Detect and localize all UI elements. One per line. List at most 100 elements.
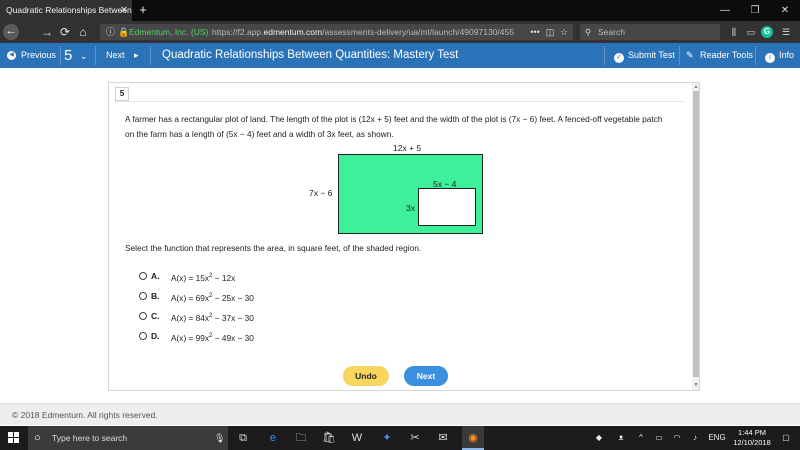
submit-test-button[interactable]: ✓ Submit Test	[614, 43, 675, 68]
clock-time: 1:44 PM	[738, 428, 766, 437]
dropbox-icon[interactable]: ✦	[376, 426, 398, 450]
answer-option-c[interactable]: C. A(x) = 84x2 − 37x − 30	[139, 310, 379, 323]
battery-icon[interactable]: ▭	[652, 426, 666, 450]
lock-icon: 🔒	[118, 27, 130, 37]
home-icon[interactable]: ⌂	[74, 21, 92, 43]
info-button[interactable]: i Info	[765, 43, 794, 68]
taskbar-search-placeholder: Type here to search	[52, 433, 128, 443]
url-text[interactable]: https://f2.app.edmentum.com/assessments-…	[212, 24, 517, 40]
info-circle-icon: i	[765, 53, 775, 63]
url-bar[interactable]: ⓘ 🔒 Edmentum, Inc. (US) https://f2.app.e…	[100, 24, 573, 40]
file-explorer-icon[interactable]: 🗀	[290, 426, 312, 450]
outer-length-label: 12x + 5	[393, 143, 422, 153]
question-selector[interactable]: 5	[64, 43, 94, 68]
header-divider	[679, 46, 680, 65]
scrollbar[interactable]: ▲ ▼	[692, 83, 699, 390]
option-text: A(x) = 99x2 − 49x − 30	[171, 332, 254, 343]
inner-length-label: 5x − 4	[433, 179, 457, 189]
inner-width-label: 3x	[406, 203, 415, 213]
search-placeholder: Search	[598, 27, 625, 37]
previous-arrow-icon: ◀	[7, 51, 16, 60]
scrollbar-thumb[interactable]	[693, 91, 699, 377]
scroll-down-icon[interactable]: ▼	[693, 382, 699, 388]
test-header: ◀ Previous 5 ⌄ Next ▸ Quadratic Relation…	[0, 43, 800, 68]
next-button[interactable]: Next	[404, 366, 448, 386]
scroll-up-icon[interactable]: ▲	[693, 84, 699, 90]
header-next-label: Next	[106, 50, 125, 60]
word-icon[interactable]: W	[346, 426, 368, 450]
firefox-icon[interactable]: ◉	[462, 426, 484, 450]
chevron-down-icon[interactable]: ⌄	[80, 43, 88, 69]
undo-button[interactable]: Undo	[343, 366, 389, 386]
option-letter: D.	[151, 331, 160, 341]
answer-option-d[interactable]: D. A(x) = 99x2 − 49x − 30	[139, 330, 379, 343]
reader-tools-button[interactable]: ✎ Reader Tools	[686, 43, 753, 68]
radio-button[interactable]	[139, 292, 147, 300]
task-view-icon[interactable]: ⧉	[232, 426, 254, 450]
minimize-button[interactable]: —	[710, 0, 740, 21]
radio-button[interactable]	[139, 332, 147, 340]
taskbar-search-input[interactable]: ○ Type here to search 🎙	[28, 426, 228, 450]
answer-option-b[interactable]: B. A(x) = 69x2 − 25x − 30	[139, 290, 379, 303]
taskbar-clock[interactable]: 1:44 PM 12/10/2018	[730, 428, 774, 448]
bookmark-star-icon[interactable]: ☆	[558, 24, 570, 40]
question-number: 5	[64, 47, 73, 64]
option-text: A(x) = 69x2 − 25x − 30	[171, 292, 254, 303]
header-divider	[755, 46, 756, 65]
windows-taskbar: ○ Type here to search 🎙 ⧉ e 🗀 🛍 W ✦ ✂ ✉ …	[0, 426, 800, 450]
microphone-icon[interactable]: 🎙	[214, 426, 225, 450]
new-tab-button[interactable]: +	[136, 0, 150, 21]
pocket-icon[interactable]: ◫	[544, 24, 556, 40]
site-identity[interactable]: Edmentum, Inc. (US)	[129, 24, 208, 40]
store-icon[interactable]: 🛍	[318, 426, 340, 450]
sidebar-icon[interactable]: ▭	[744, 24, 758, 40]
question-prompt: Select the function that represents the …	[125, 243, 422, 253]
edge-icon[interactable]: e	[262, 426, 284, 450]
grammarly-icon[interactable]: G	[761, 26, 773, 38]
clock-date: 12/10/2018	[733, 438, 771, 447]
people-icon[interactable]: ᴥ	[614, 426, 628, 450]
question-panel: 5 A farmer has a rectangular plot of lan…	[108, 82, 700, 391]
search-circle-icon: ○	[34, 432, 41, 444]
outer-width-label: 7x − 6	[309, 188, 333, 198]
header-divider	[150, 46, 151, 65]
tab-close-icon[interactable]: ✕	[118, 0, 130, 21]
chevron-up-icon[interactable]: ^	[634, 426, 648, 450]
forward-arrow-icon[interactable]: →	[38, 21, 56, 43]
check-circle-icon: ✓	[614, 53, 624, 63]
language-indicator[interactable]: ENG	[706, 426, 728, 450]
search-input[interactable]: ⚲ Search	[580, 24, 720, 40]
page-actions-icon[interactable]: •••	[528, 24, 542, 40]
back-arrow-icon[interactable]: ←	[3, 24, 19, 40]
question-divider	[115, 101, 685, 102]
library-icon[interactable]: ⫼	[727, 24, 741, 40]
maximize-button[interactable]: ❐	[740, 0, 770, 21]
option-letter: C.	[151, 311, 160, 321]
next-arrow-icon[interactable]: ▸	[134, 43, 144, 68]
search-icon: ⚲	[585, 27, 592, 37]
wifi-icon[interactable]: ◠	[670, 426, 684, 450]
volume-icon[interactable]: ♪	[688, 426, 702, 450]
notifications-icon[interactable]: ▢	[778, 426, 794, 450]
windows-start-icon[interactable]	[8, 432, 20, 444]
radio-button[interactable]	[139, 272, 147, 280]
previous-button[interactable]: ◀ Previous	[0, 43, 60, 68]
browser-nav-bar: ← → ⟳ ⌂ ⓘ 🔒 Edmentum, Inc. (US) https://…	[0, 21, 800, 43]
browser-tab[interactable]: Quadratic Relationships Between Qu	[0, 0, 132, 21]
answer-option-a[interactable]: A. A(x) = 15x2 − 12x	[139, 270, 379, 283]
question-text: A farmer has a rectangular plot of land.…	[125, 114, 663, 139]
reload-icon[interactable]: ⟳	[56, 21, 74, 43]
dropbox-tray-icon[interactable]: ◆	[592, 426, 606, 450]
info-icon[interactable]: ⓘ	[106, 25, 118, 39]
close-window-button[interactable]: ✕	[770, 0, 800, 21]
header-divider	[95, 46, 96, 65]
mail-icon[interactable]: ✉	[432, 426, 454, 450]
reader-tools-label: Reader Tools	[700, 50, 753, 60]
menu-icon[interactable]: ☰	[779, 24, 793, 40]
test-title: Quadratic Relationships Between Quantiti…	[162, 49, 459, 61]
browser-tab-bar: Quadratic Relationships Between Qu ✕ + —…	[0, 0, 800, 21]
radio-button[interactable]	[139, 312, 147, 320]
snip-icon[interactable]: ✂	[404, 426, 426, 450]
option-text: A(x) = 15x2 − 12x	[171, 272, 236, 283]
vegetable-patch-rectangle	[418, 188, 476, 226]
